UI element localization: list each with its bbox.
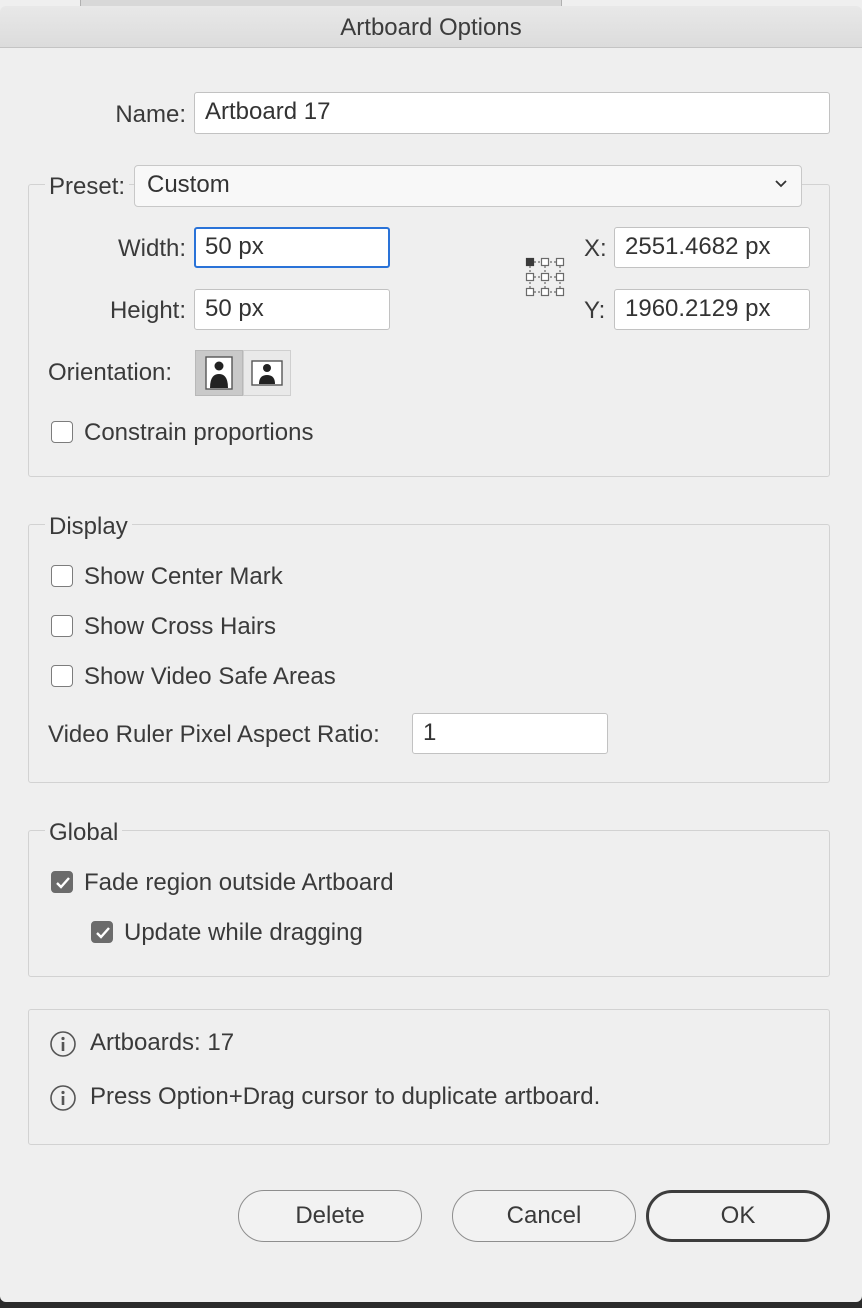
preset-select[interactable]: Custom xyxy=(134,165,802,207)
update-while-dragging-label: Update while dragging xyxy=(124,919,363,946)
pixel-aspect-ratio-label: Video Ruler Pixel Aspect Ratio: xyxy=(48,721,380,748)
info-icon xyxy=(50,1031,76,1057)
global-group xyxy=(28,830,830,977)
display-group-title: Display xyxy=(45,513,132,541)
width-label: Width: xyxy=(117,235,186,262)
fade-region-label: Fade region outside Artboard xyxy=(84,869,394,896)
update-while-dragging-checkbox[interactable] xyxy=(91,921,113,943)
dialog-title: Artboard Options xyxy=(340,14,522,41)
artboard-options-dialog: Artboard Options Name: Artboard 17 Prese… xyxy=(0,0,862,1302)
artboards-count: Artboards: 17 xyxy=(90,1029,235,1056)
duplicate-tip: Press Option+Drag cursor to duplicate ar… xyxy=(90,1083,601,1110)
title-bar[interactable]: Artboard Options xyxy=(0,6,862,48)
x-label: X: xyxy=(584,235,607,262)
delete-button[interactable]: Delete xyxy=(238,1190,422,1242)
checkmark-icon xyxy=(96,927,110,939)
show-center-mark-label: Show Center Mark xyxy=(84,563,283,590)
show-video-safe-areas-checkbox[interactable] xyxy=(51,665,73,687)
info-icon xyxy=(50,1085,76,1111)
fade-region-checkbox[interactable] xyxy=(51,871,73,893)
global-group-title: Global xyxy=(45,819,123,847)
pixel-aspect-ratio-input[interactable]: 1 xyxy=(412,713,608,754)
y-label: Y: xyxy=(584,297,606,324)
show-cross-hairs-checkbox[interactable] xyxy=(51,615,73,637)
cancel-button[interactable]: Cancel xyxy=(452,1190,636,1242)
x-input[interactable]: 2551.4682 px xyxy=(614,227,810,268)
y-input[interactable]: 1960.2129 px xyxy=(614,289,810,330)
ok-button[interactable]: OK xyxy=(646,1190,830,1242)
preset-label: Preset: xyxy=(45,173,130,201)
chevron-down-icon xyxy=(775,180,787,188)
portrait-icon xyxy=(205,356,233,390)
show-video-safe-areas-label: Show Video Safe Areas xyxy=(84,663,336,690)
name-input[interactable]: Artboard 17 xyxy=(194,92,830,134)
landscape-orientation-button[interactable] xyxy=(243,350,291,396)
orientation-label: Orientation: xyxy=(48,359,173,386)
constrain-proportions-checkbox[interactable] xyxy=(51,421,73,443)
portrait-orientation-button[interactable] xyxy=(195,350,243,396)
show-cross-hairs-label: Show Cross Hairs xyxy=(84,613,277,640)
height-input[interactable]: 50 px xyxy=(194,289,390,330)
landscape-icon xyxy=(251,360,283,386)
height-label: Height: xyxy=(109,297,186,324)
reference-point-grid-icon[interactable] xyxy=(524,256,566,298)
constrain-proportions-label: Constrain proportions xyxy=(84,419,314,446)
show-center-mark-checkbox[interactable] xyxy=(51,565,73,587)
name-label: Name: xyxy=(115,101,186,128)
width-input[interactable]: 50 px xyxy=(194,227,390,268)
preset-value: Custom xyxy=(147,171,230,198)
checkmark-icon xyxy=(56,877,70,889)
